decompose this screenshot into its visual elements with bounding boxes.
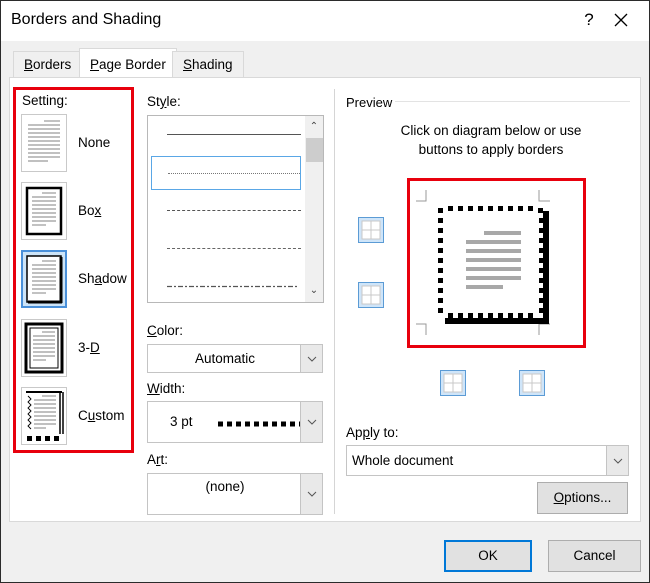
title-bar: Borders and Shading ? — [1, 1, 649, 41]
top-border-button[interactable] — [358, 217, 384, 243]
setting-3d-label: 3-D — [78, 340, 100, 355]
borders-and-shading-dialog: Borders and Shading ? Borders Page Borde… — [0, 0, 650, 583]
close-button[interactable] — [606, 6, 636, 34]
border-bottom-icon — [361, 285, 381, 305]
close-icon — [614, 13, 628, 27]
style-label: Style: — [147, 94, 181, 109]
tab-shading-rest: hading — [192, 57, 233, 72]
cancel-button[interactable]: Cancel — [548, 540, 641, 572]
bottom-border-button[interactable] — [358, 282, 384, 308]
apply-to-value: Whole document — [352, 453, 454, 468]
border-left-icon — [443, 373, 463, 393]
right-border-button[interactable] — [519, 370, 545, 396]
section-divider — [334, 89, 335, 514]
tab-borders[interactable]: Borders — [13, 51, 83, 77]
width-dropdown-arrow[interactable] — [300, 402, 322, 442]
tab-borders-rest: orders — [33, 57, 72, 72]
ok-button[interactable]: OK — [444, 540, 532, 572]
art-value: (none) — [205, 479, 245, 494]
setting-label: Setting: — [22, 93, 68, 108]
scroll-up-icon[interactable]: ⌃ — [305, 118, 323, 136]
color-value: Automatic — [194, 351, 256, 366]
setting-box-icon — [21, 182, 67, 240]
help-button[interactable]: ? — [579, 10, 599, 32]
width-label: Width: — [147, 381, 186, 396]
setting-none-label: None — [78, 135, 111, 150]
art-dropdown[interactable]: (none) — [147, 473, 323, 515]
style-option-dashed-fine[interactable] — [151, 194, 301, 228]
style-listbox[interactable]: ⌃ ⌄ — [147, 115, 324, 303]
scroll-down-icon[interactable]: ⌄ — [305, 282, 323, 300]
chevron-down-icon — [613, 458, 623, 464]
setting-custom-icon — [21, 387, 67, 445]
dialog-title: Borders and Shading — [11, 11, 162, 28]
preview-hint-line1: Click on diagram below or use — [400, 123, 582, 138]
setting-custom[interactable]: Custom — [21, 387, 131, 447]
border-top-icon — [361, 220, 381, 240]
color-dropdown-arrow[interactable] — [300, 345, 322, 372]
style-option-dotted-fine[interactable] — [151, 156, 301, 190]
chevron-down-icon — [307, 419, 317, 425]
preview-diagram[interactable] — [411, 181, 583, 345]
tab-borders-mnemonic: B — [24, 57, 34, 72]
style-option-dashed[interactable] — [151, 232, 301, 266]
scroll-thumb[interactable] — [306, 138, 323, 162]
style-option-dash-dot[interactable] — [151, 270, 301, 304]
color-dropdown[interactable]: Automatic — [147, 344, 323, 373]
tab-shading-mnemonic: S — [183, 57, 193, 72]
setting-3d[interactable]: 3-D — [21, 319, 131, 379]
style-option-solid[interactable] — [151, 118, 301, 152]
color-label: Color: — [147, 323, 184, 338]
tab-shading[interactable]: Shading — [172, 51, 244, 77]
apply-to-dropdown[interactable]: Whole document — [346, 445, 629, 476]
border-right-icon — [522, 373, 542, 393]
width-value: 3 pt — [170, 414, 193, 429]
preview-rule — [395, 101, 630, 102]
setting-shadow[interactable]: Shadow — [21, 250, 131, 310]
style-scrollbar[interactable]: ⌃ ⌄ — [305, 116, 323, 302]
chevron-down-icon — [307, 356, 317, 362]
tab-page-border-rest: age Border — [99, 57, 166, 72]
setting-none-icon — [21, 114, 67, 172]
preview-text-lines — [466, 231, 521, 289]
preview-hint: Click on diagram below or use buttons to… — [371, 121, 611, 159]
setting-shadow-label: Shadow — [78, 271, 127, 286]
setting-3d-icon — [21, 319, 67, 377]
tab-page-border[interactable]: Page Border — [79, 48, 177, 78]
setting-box[interactable]: Box — [21, 182, 131, 242]
setting-shadow-icon — [21, 250, 67, 308]
preview-hint-line2: buttons to apply borders — [418, 142, 564, 157]
options-button[interactable]: Options... — [537, 482, 628, 514]
apply-to-label: Apply to: — [346, 425, 399, 440]
art-label: Art: — [147, 452, 169, 467]
art-dropdown-arrow[interactable] — [300, 474, 322, 514]
width-dropdown[interactable]: 3 pt — [147, 401, 323, 443]
tab-page-border-mnemonic: P — [90, 57, 100, 72]
setting-box-label: Box — [78, 203, 102, 218]
left-border-button[interactable] — [440, 370, 466, 396]
width-preview-line — [218, 421, 300, 427]
preview-label: Preview — [346, 95, 393, 110]
setting-custom-label: Custom — [78, 408, 125, 423]
setting-none[interactable]: None — [21, 114, 131, 174]
chevron-down-icon — [307, 491, 317, 497]
apply-to-dropdown-arrow[interactable] — [606, 446, 628, 475]
